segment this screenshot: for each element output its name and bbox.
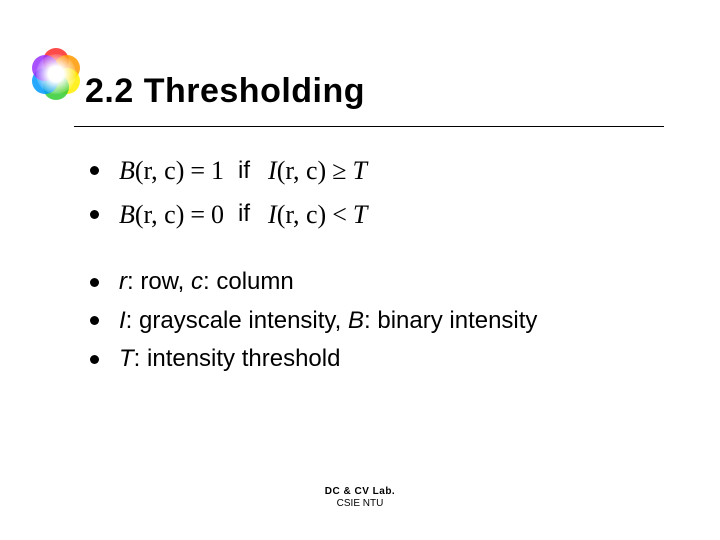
slide-title: 2.2 Thresholding bbox=[85, 72, 365, 111]
footer-line-2: CSIE NTU bbox=[0, 498, 720, 510]
footer-line-1: DC & CV Lab. bbox=[0, 486, 720, 498]
logo-color-flower bbox=[28, 46, 84, 102]
bullet-icon bbox=[90, 355, 99, 364]
bullet-icon bbox=[90, 316, 99, 325]
title-underline bbox=[74, 126, 664, 127]
equation-list: B(r, c)=1 if I(r, c)≥T B(r, c)=0 if I(r,… bbox=[90, 150, 650, 235]
list-item: I: grayscale intensity, B: binary intens… bbox=[90, 302, 650, 340]
definition-text: I: grayscale intensity, B: binary intens… bbox=[119, 302, 537, 340]
bullet-icon bbox=[90, 210, 99, 219]
list-item: r: row, c: column bbox=[90, 263, 650, 301]
footer: DC & CV Lab. CSIE NTU bbox=[0, 486, 720, 510]
list-item: B(r, c)=1 if I(r, c)≥T bbox=[90, 150, 650, 192]
bullet-icon bbox=[90, 166, 99, 175]
if-label: if bbox=[238, 152, 250, 190]
equation-rhs: I(r, c)≥T bbox=[268, 150, 367, 192]
list-item: B(r, c)=0 if I(r, c)<T bbox=[90, 194, 650, 236]
bullet-icon bbox=[90, 278, 99, 287]
if-label: if bbox=[238, 195, 250, 233]
equation-rhs: I(r, c)<T bbox=[268, 194, 367, 236]
equation-lhs: B(r, c)=1 bbox=[119, 150, 224, 192]
definition-text: r: row, c: column bbox=[119, 263, 294, 301]
list-item: T: intensity threshold bbox=[90, 340, 650, 378]
definition-text: T: intensity threshold bbox=[119, 340, 340, 378]
definitions-list: r: row, c: column I: grayscale intensity… bbox=[90, 263, 650, 378]
equation-lhs: B(r, c)=0 bbox=[119, 194, 224, 236]
slide-content: B(r, c)=1 if I(r, c)≥T B(r, c)=0 if I(r,… bbox=[90, 150, 650, 378]
